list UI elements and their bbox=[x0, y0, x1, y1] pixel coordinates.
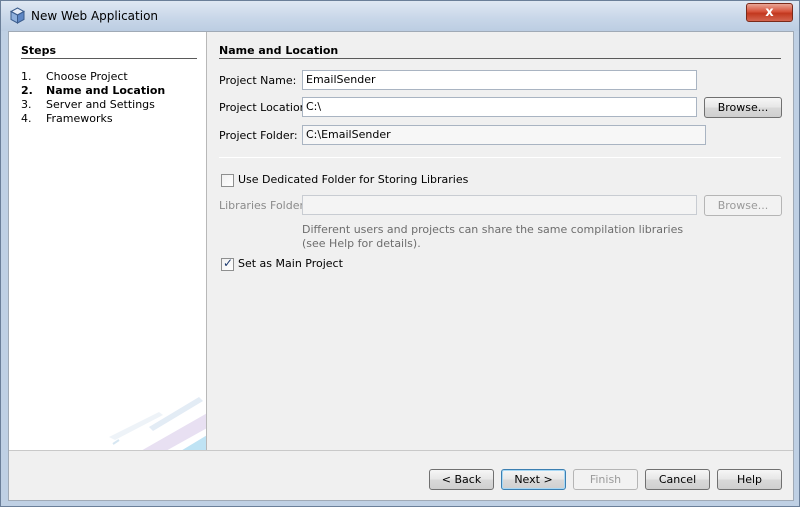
browse-location-button[interactable]: Browse... bbox=[704, 97, 782, 118]
step-number: 3. bbox=[21, 98, 32, 111]
steps-heading: Steps bbox=[21, 44, 57, 57]
libraries-hint-text: Different users and projects can share t… bbox=[302, 223, 684, 250]
main-project-checkbox[interactable]: ✓ bbox=[221, 256, 234, 271]
project-name-input[interactable]: EmailSender bbox=[302, 70, 697, 90]
project-folder-label: Project Folder: bbox=[219, 129, 298, 142]
help-button[interactable]: Help bbox=[717, 469, 782, 490]
step-number: 4. bbox=[21, 112, 32, 125]
title-bar[interactable]: New Web Application x bbox=[1, 1, 799, 31]
libraries-folder-label: Libraries Folder: bbox=[219, 199, 308, 212]
netbeans-cube-icon bbox=[9, 7, 26, 24]
steps-pane: Steps 1. Choose Project 2. Name and Locati… bbox=[9, 32, 207, 450]
finish-button[interactable]: Finish bbox=[573, 469, 638, 490]
wizard-window: New Web Application x Steps 1. Choose Pro… bbox=[0, 0, 800, 507]
panel-heading: Name and Location bbox=[219, 44, 339, 57]
step-name-and-location: 2. Name and Location bbox=[21, 84, 165, 97]
dedicated-folder-label[interactable]: Use Dedicated Folder for Storing Librari… bbox=[238, 173, 468, 186]
steps-divider bbox=[21, 58, 197, 59]
browse-libraries-button[interactable]: Browse... bbox=[704, 195, 782, 216]
step-label: Choose Project bbox=[46, 70, 128, 83]
window-title: New Web Application bbox=[31, 9, 159, 23]
close-button[interactable]: x bbox=[746, 3, 793, 22]
back-button[interactable]: < Back bbox=[429, 469, 494, 490]
step-number: 1. bbox=[21, 70, 32, 83]
step-label: Server and Settings bbox=[46, 98, 155, 111]
wizard-body: Steps 1. Choose Project 2. Name and Locati… bbox=[8, 31, 794, 501]
cancel-button[interactable]: Cancel bbox=[645, 469, 710, 490]
project-folder-field[interactable]: C:\EmailSender bbox=[302, 125, 706, 145]
panel-heading-divider bbox=[219, 58, 781, 59]
section-divider bbox=[219, 157, 781, 158]
name-and-location-panel: Name and Location Project Name: EmailSen… bbox=[219, 32, 795, 450]
next-button[interactable]: Next > bbox=[501, 469, 566, 490]
project-location-label: Project Location: bbox=[219, 101, 311, 114]
step-label: Frameworks bbox=[46, 112, 113, 125]
wizard-watermark-graphic bbox=[109, 397, 206, 450]
project-name-label: Project Name: bbox=[219, 74, 297, 87]
close-icon: x bbox=[765, 5, 774, 20]
wizard-button-bar: < Back Next > Finish Cancel Help bbox=[9, 450, 793, 500]
libraries-folder-input[interactable] bbox=[302, 195, 697, 215]
step-label: Name and Location bbox=[46, 84, 166, 97]
dedicated-folder-checkbox[interactable] bbox=[221, 174, 234, 187]
step-number: 2. bbox=[21, 84, 33, 97]
project-location-input[interactable]: C:\ bbox=[302, 97, 697, 117]
main-project-label[interactable]: Set as Main Project bbox=[238, 257, 343, 270]
checkmark-icon: ✓ bbox=[223, 256, 234, 270]
step-choose-project: 1. Choose Project bbox=[21, 70, 128, 83]
step-server-and-settings: 3. Server and Settings bbox=[21, 98, 155, 111]
step-frameworks: 4. Frameworks bbox=[21, 112, 113, 125]
